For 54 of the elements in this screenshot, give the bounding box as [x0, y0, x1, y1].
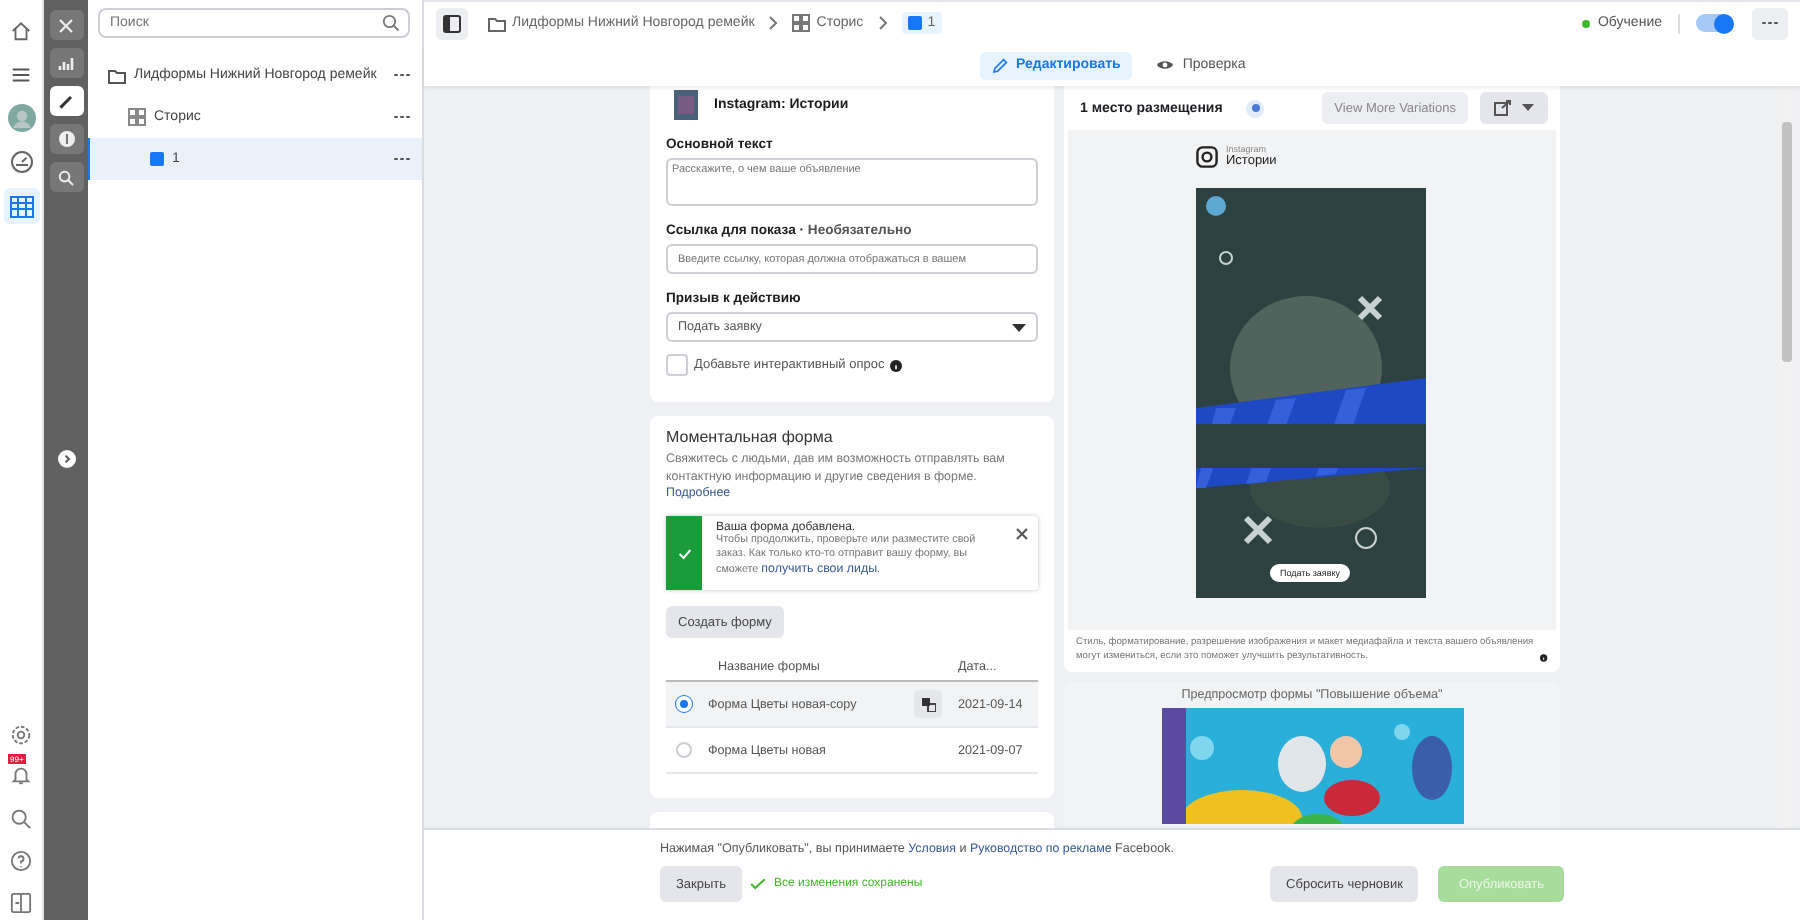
close-icon — [58, 17, 74, 33]
sidebar-toggle-icon[interactable] — [436, 7, 468, 39]
radio-button[interactable] — [676, 742, 692, 758]
grid-icon — [792, 14, 811, 32]
expand-icon[interactable] — [57, 450, 75, 468]
ad-thumbnail — [674, 90, 698, 120]
duplicate-button[interactable] — [914, 690, 942, 718]
search-icon — [382, 14, 400, 32]
more-button[interactable] — [1752, 7, 1788, 39]
copy-icon — [921, 697, 935, 711]
pencil-icon — [992, 57, 1008, 73]
help-icon[interactable] — [10, 850, 32, 872]
chevron-icon — [768, 16, 779, 30]
check-icon — [750, 878, 767, 890]
grid-nav-icon[interactable] — [3, 188, 39, 224]
instagram-icon — [1196, 145, 1218, 167]
close-button[interactable] — [49, 10, 83, 40]
bell-icon[interactable] — [10, 764, 32, 786]
dollar-tool-button[interactable] — [49, 124, 83, 154]
share-button[interactable] — [1480, 92, 1548, 124]
search-icon[interactable] — [10, 808, 32, 830]
close-icon[interactable] — [1016, 528, 1028, 540]
info-icon[interactable] — [890, 359, 903, 371]
grid-icon — [128, 108, 146, 126]
gauge-icon — [9, 150, 33, 174]
status-dot — [1581, 19, 1590, 27]
pencil-tool-button[interactable] — [49, 86, 83, 116]
home-icon — [10, 19, 32, 41]
chart-icon — [58, 55, 74, 71]
external-link-icon — [1494, 100, 1512, 116]
caret-icon — [1012, 323, 1026, 331]
toggle-switch[interactable] — [1696, 14, 1732, 32]
check-icon — [677, 547, 691, 559]
checkbox[interactable] — [666, 354, 688, 376]
zoom-tool-button[interactable] — [49, 162, 83, 192]
eye-icon — [1156, 58, 1175, 72]
menu-icon — [10, 63, 32, 85]
panel-icon[interactable] — [10, 892, 32, 914]
chevron-icon — [877, 16, 888, 30]
chart-tool-button[interactable] — [49, 48, 83, 78]
avatar-icon — [7, 104, 35, 132]
caret-icon — [1522, 104, 1534, 112]
indicator-icon — [1246, 99, 1265, 117]
info-icon[interactable] — [1540, 652, 1548, 664]
grid-icon — [9, 195, 33, 217]
ad-icon — [150, 152, 164, 166]
folder-icon — [488, 15, 506, 31]
ad-icon — [907, 16, 922, 30]
pencil-icon — [58, 93, 74, 109]
settings-icon[interactable] — [10, 724, 32, 746]
section-title: Моментальная форма — [666, 428, 835, 446]
zoom-icon — [58, 169, 74, 185]
folder-icon — [108, 67, 126, 83]
coin-icon — [57, 130, 75, 148]
